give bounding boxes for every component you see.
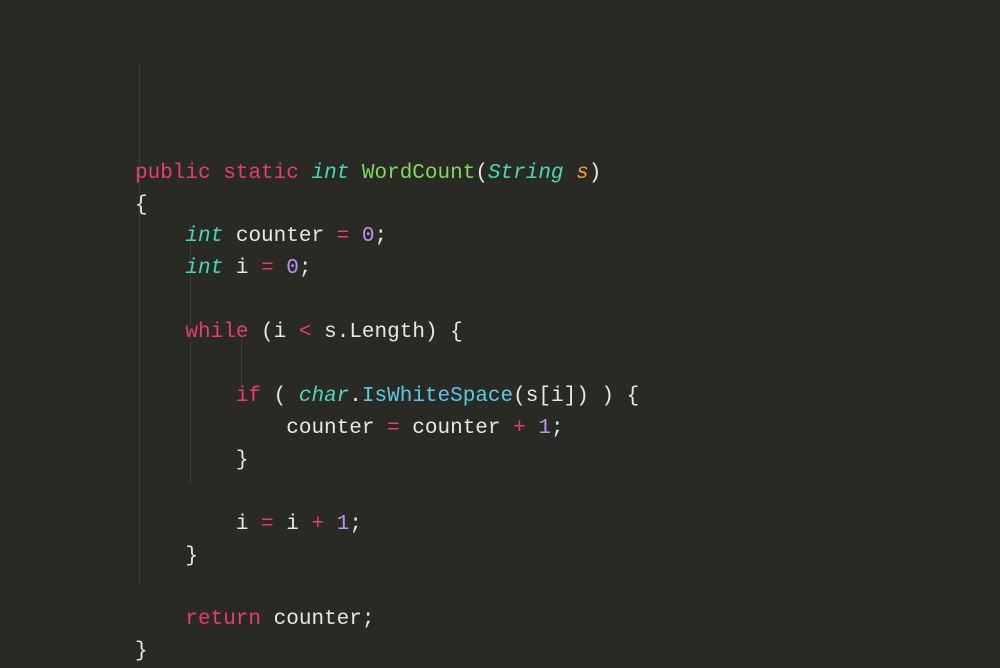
type-int: int [185, 257, 223, 280]
num-one: 1 [337, 513, 350, 536]
keyword-public: public [135, 162, 211, 185]
paren-close: ) [425, 321, 438, 344]
var-s: s [526, 385, 539, 408]
keyword-static: static [223, 162, 299, 185]
type-char: char [299, 385, 349, 408]
brace-open: { [135, 194, 148, 217]
paren-open: ( [475, 162, 488, 185]
code-line: } [135, 545, 198, 568]
semicolon: ; [551, 417, 564, 440]
prop-length: Length [349, 321, 425, 344]
var-counter: counter [412, 417, 500, 440]
paren-open: ( [274, 385, 287, 408]
code-line [135, 353, 148, 376]
semicolon: ; [375, 225, 388, 248]
var-s: s [324, 321, 337, 344]
paren-open: ( [261, 321, 274, 344]
num-zero: 0 [362, 225, 375, 248]
code-line: int i = 0; [135, 257, 312, 280]
code-line: i = i + 1; [135, 513, 362, 536]
code-line: int counter = 0; [135, 225, 387, 248]
var-i: i [236, 513, 249, 536]
type-int: int [311, 162, 349, 185]
semicolon: ; [299, 257, 312, 280]
code-line: public static int WordCount(String s) [135, 162, 601, 185]
method-iswhitespace: IsWhiteSpace [362, 385, 513, 408]
type-int: int [185, 225, 223, 248]
var-i: i [274, 321, 287, 344]
semicolon: ; [362, 608, 375, 631]
brace-open: { [627, 385, 640, 408]
num-zero: 0 [286, 257, 299, 280]
paren-close: ) [589, 162, 602, 185]
var-i: i [551, 385, 564, 408]
op-lt: < [299, 321, 312, 344]
op-assign: = [261, 513, 274, 536]
bracket-close: ] [564, 385, 577, 408]
brace-close: } [135, 640, 148, 663]
code-line: } [135, 640, 148, 663]
op-assign: = [387, 417, 400, 440]
code-line: } [135, 449, 248, 472]
param-s: s [576, 162, 589, 185]
var-i: i [286, 513, 299, 536]
dot: . [337, 321, 350, 344]
num-one: 1 [538, 417, 551, 440]
brace-open: { [450, 321, 463, 344]
var-i: i [236, 257, 249, 280]
keyword-while: while [185, 321, 248, 344]
paren-open: ( [513, 385, 526, 408]
keyword-return: return [185, 608, 261, 631]
code-block: public static int WordCount(String s) { … [135, 30, 1000, 668]
var-counter: counter [236, 225, 324, 248]
code-line: return counter; [135, 608, 374, 631]
brace-close: } [185, 545, 198, 568]
semicolon: ; [349, 513, 362, 536]
code-line [135, 289, 148, 312]
paren-close: ) [601, 385, 614, 408]
var-counter: counter [286, 417, 374, 440]
code-line: if ( char.IsWhiteSpace(s[i]) ) { [135, 385, 639, 408]
bracket-open: [ [538, 385, 551, 408]
keyword-if: if [236, 385, 261, 408]
code-line: while (i < s.Length) { [135, 321, 463, 344]
op-assign: = [337, 225, 350, 248]
brace-close: } [236, 449, 249, 472]
code-line: counter = counter + 1; [135, 417, 564, 440]
code-line [135, 481, 148, 504]
code-line: { [135, 194, 148, 217]
dot: . [349, 385, 362, 408]
type-string: String [488, 162, 564, 185]
function-name: WordCount [362, 162, 475, 185]
paren-close: ) [576, 385, 589, 408]
op-plus: + [311, 513, 324, 536]
op-plus: + [513, 417, 526, 440]
op-assign: = [261, 257, 274, 280]
var-counter: counter [274, 608, 362, 631]
